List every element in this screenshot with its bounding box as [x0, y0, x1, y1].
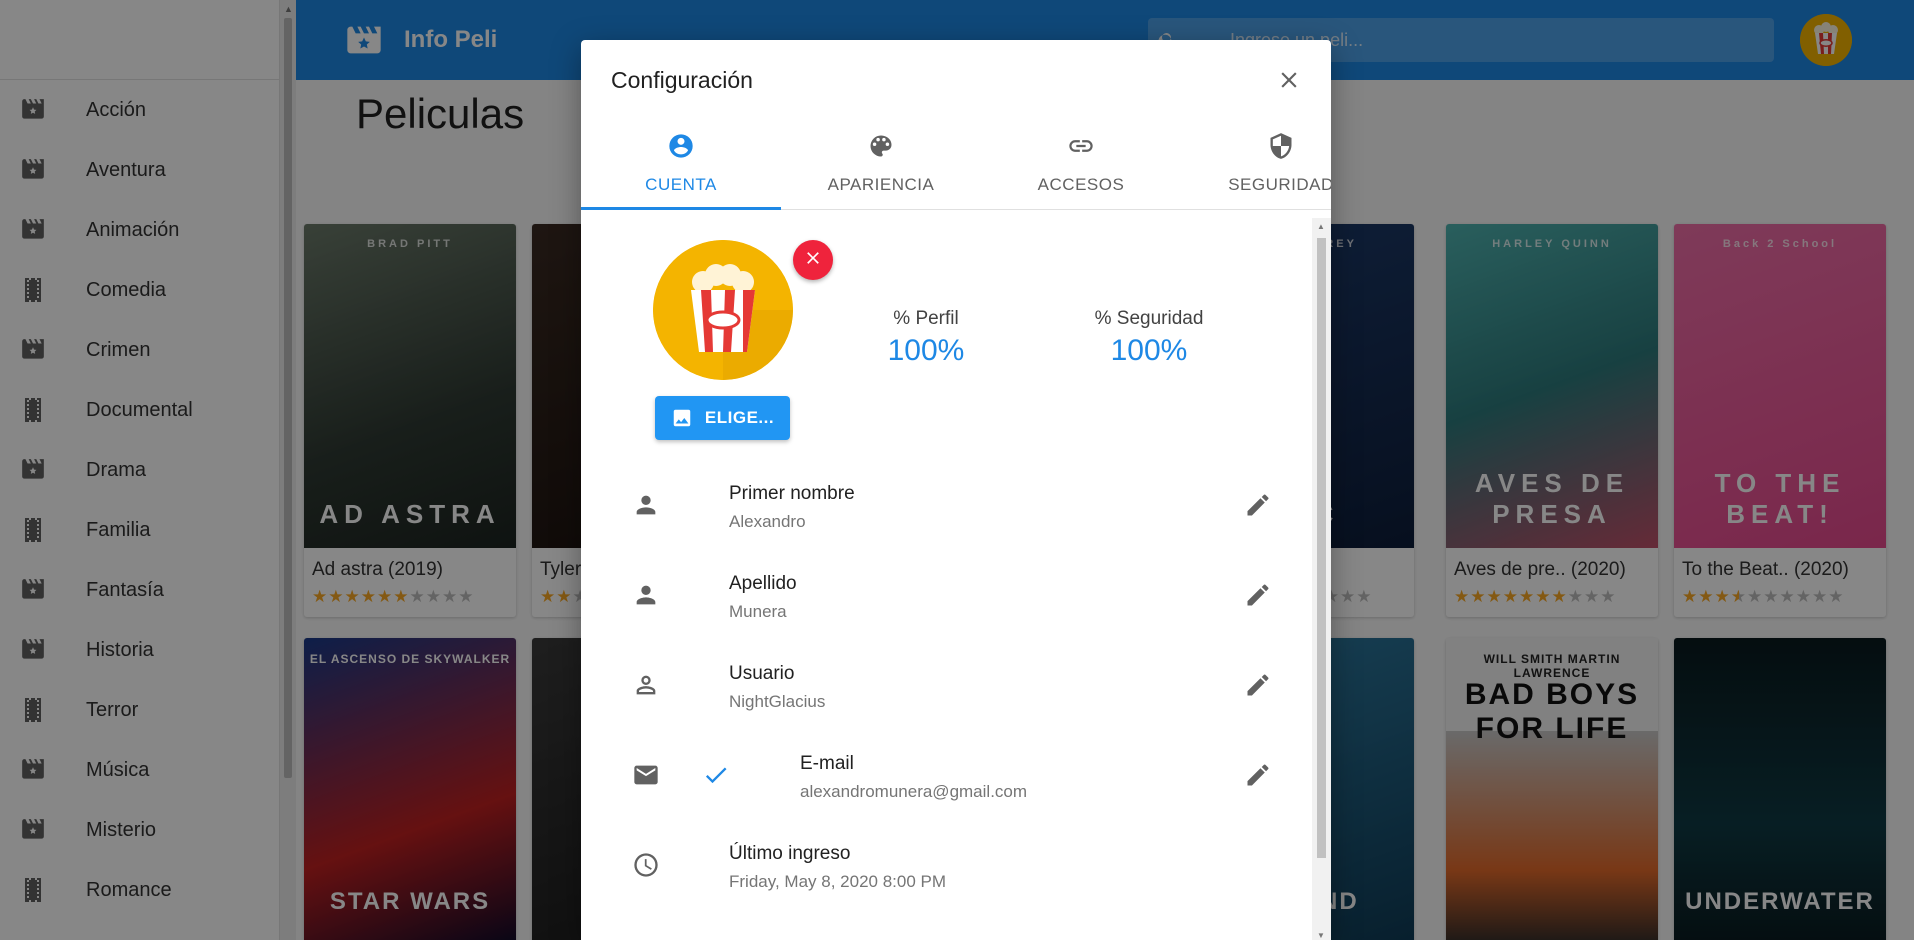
field-value: NightGlacius	[729, 692, 826, 711]
last-login-row: Último ingreso Friday, May 8, 2020 8:00 …	[611, 820, 1281, 910]
popcorn-icon	[653, 240, 793, 380]
field-label: Apellido	[729, 573, 797, 594]
first-name-row: Primer nombre Alexandro	[611, 460, 1281, 550]
palette-icon	[867, 132, 895, 165]
dialog-header: Configuración	[581, 40, 1331, 120]
tab-seguridad[interactable]: SEGURIDAD	[1181, 120, 1331, 210]
choose-button-label: ELIGE...	[704, 408, 775, 427]
tab-label: ACCESOS	[1037, 175, 1125, 194]
field-label: Primer nombre	[729, 483, 855, 504]
person-outline-icon	[631, 670, 661, 700]
shield-icon	[1267, 132, 1295, 165]
last-name-row: Apellido Munera	[611, 550, 1281, 640]
image-icon	[671, 407, 693, 429]
active-tab-indicator	[581, 207, 781, 210]
account-circle-icon	[667, 132, 695, 165]
settings-tabs: CUENTA APARIENCIA ACCESOS SEGURIDAD	[581, 120, 1331, 210]
field-value: alexandromunera@gmail.com	[800, 782, 1028, 801]
verified-check-icon	[701, 760, 731, 790]
field-value: Alexandro	[729, 512, 806, 531]
close-icon[interactable]	[1271, 62, 1307, 98]
email-row: E-mail alexandromunera@gmail.com	[611, 730, 1281, 820]
profile-percent-label: % Perfil	[893, 308, 959, 329]
username-row: Usuario NightGlacius	[611, 640, 1281, 730]
link-icon	[1067, 132, 1095, 165]
field-label: Usuario	[729, 663, 795, 684]
app-root: Acción Aventura Animación Comedia Crimen Docu…	[0, 0, 1914, 940]
person-icon	[631, 580, 661, 610]
tab-label: SEGURIDAD	[1228, 175, 1331, 194]
tab-accesos[interactable]: ACCESOS	[981, 120, 1181, 210]
security-percent: % Seguridad 100%	[1049, 308, 1249, 368]
tab-label: CUENTA	[645, 175, 717, 194]
dialog-scroll-thumb[interactable]	[1317, 238, 1326, 858]
account-panel: ELIGE... % Perfil 100% % Seguridad 100% …	[581, 218, 1311, 940]
scroll-up-arrow-icon[interactable]: ▲	[1317, 222, 1325, 231]
field-value: Friday, May 8, 2020 8:00 PM	[729, 872, 947, 891]
mail-icon	[631, 760, 661, 790]
clock-icon	[631, 850, 661, 880]
edit-pencil-icon[interactable]	[1241, 488, 1275, 522]
field-label: Último ingreso	[729, 843, 851, 864]
settings-dialog: Configuración CUENTA APARIENCIA ACCESOS …	[581, 40, 1331, 940]
security-percent-label: % Seguridad	[1094, 308, 1204, 329]
field-value: Munera	[729, 602, 787, 621]
security-percent-value: 100%	[1110, 334, 1188, 367]
edit-pencil-icon[interactable]	[1241, 578, 1275, 612]
profile-percent: % Perfil 100%	[826, 308, 1026, 368]
scroll-down-arrow-icon[interactable]: ▼	[1317, 931, 1325, 940]
edit-pencil-icon[interactable]	[1241, 668, 1275, 702]
profile-percent-value: 100%	[887, 334, 965, 367]
tab-apariencia[interactable]: APARIENCIA	[781, 120, 981, 210]
person-icon	[631, 490, 661, 520]
close-icon	[803, 248, 823, 273]
dialog-scrollbar[interactable]: ▲ ▼	[1312, 218, 1331, 940]
tab-cuenta[interactable]: CUENTA	[581, 120, 781, 210]
choose-image-button[interactable]: ELIGE...	[655, 396, 790, 440]
tab-label: APARIENCIA	[827, 175, 935, 194]
field-label: E-mail	[800, 753, 854, 774]
profile-avatar	[653, 240, 793, 380]
dialog-title: Configuración	[611, 66, 753, 93]
remove-avatar-button[interactable]	[793, 240, 833, 280]
edit-pencil-icon[interactable]	[1241, 758, 1275, 792]
